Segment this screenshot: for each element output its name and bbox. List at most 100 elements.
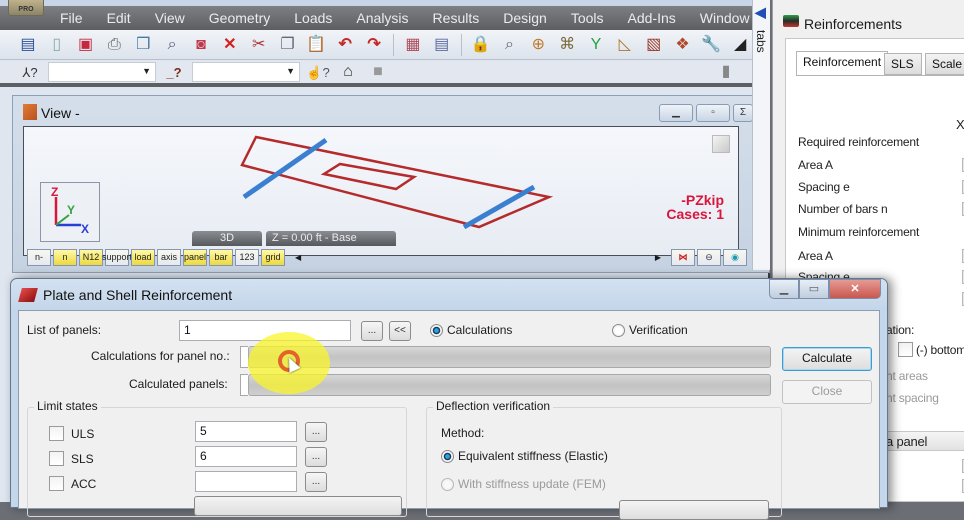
measure-icon[interactable]: ◺ (613, 33, 637, 57)
menu-geometry[interactable]: Geometry (209, 10, 270, 26)
toolbar-scroll-left-icon[interactable]: ◀ (295, 253, 301, 262)
sls-browse-button[interactable]: ... (305, 447, 327, 467)
menu-window[interactable]: Window (700, 10, 750, 26)
reinforcement-spacing-option[interactable]: nt spacing (886, 391, 939, 405)
3d-model-icon[interactable]: ❖ (671, 33, 695, 57)
stiffness-update-radio[interactable] (441, 478, 454, 491)
load-cases-options-button[interactable] (194, 496, 402, 516)
display-icon[interactable]: ⌘ (555, 33, 579, 57)
screen-capture-icon[interactable]: ◙ (189, 33, 213, 57)
supports-button[interactable]: support (102, 248, 132, 266)
print-icon[interactable]: ⎙ (103, 33, 127, 57)
menu-tools[interactable]: Tools (571, 10, 604, 26)
zoom-icon[interactable]: ⌕ (498, 33, 522, 57)
menu-edit[interactable]: Edit (107, 10, 131, 26)
calculations-radio[interactable] (430, 324, 443, 337)
tab-reinforcement[interactable]: Reinforcement (796, 51, 889, 76)
uls-checkbox[interactable] (49, 426, 64, 441)
menu-results[interactable]: Results (433, 10, 480, 26)
tabs-side-strip[interactable]: ◀ tabs (752, 0, 770, 270)
table-icon[interactable]: ▤ (430, 33, 454, 57)
menu-design[interactable]: Design (503, 10, 547, 26)
case-combo[interactable] (192, 62, 300, 82)
print-preview-icon[interactable]: ⌕ (160, 33, 184, 57)
reinforcement-areas-option[interactable]: nt areas (886, 369, 928, 383)
sls-cases-input[interactable]: 6 (195, 446, 297, 467)
panel-section-header[interactable]: a panel (882, 431, 964, 451)
arrow-left-icon[interactable]: ◀ (755, 4, 766, 21)
app-logo[interactable]: PRO (8, 0, 44, 16)
dialog-maximize-button[interactable]: ▭ (799, 279, 829, 299)
stiffness-update-label[interactable]: With stiffness update (FEM) (458, 477, 606, 491)
cut-icon[interactable]: ✂ (247, 33, 271, 57)
view-minimize-button[interactable]: ▁ (659, 104, 693, 122)
node-numbers-button[interactable]: n- (27, 248, 51, 266)
view-cube-icon[interactable] (712, 135, 730, 153)
browse-panels-button[interactable]: ... (361, 321, 383, 341)
new-file-icon[interactable]: ▯ (45, 33, 69, 57)
panel-numbers-button[interactable]: N12 (79, 248, 103, 266)
delete-icon[interactable]: ✕ (218, 33, 242, 57)
menu-add-ins[interactable]: Add-Ins (628, 10, 676, 26)
values-display-button[interactable]: 123 (235, 248, 259, 266)
gray-square-icon[interactable]: ■ (366, 60, 390, 84)
structure-manager-icon[interactable]: ▤ (16, 33, 40, 57)
uls-browse-button[interactable]: ... (305, 422, 327, 442)
view-mode-label[interactable]: 3D (192, 231, 262, 246)
verification-radio-label[interactable]: Verification (629, 323, 688, 337)
view-maximize-button[interactable]: ▫ (696, 104, 730, 122)
undo-icon[interactable]: ↶ (333, 33, 357, 57)
dialog-minimize-button[interactable]: ▁ (769, 279, 799, 299)
menu-loads[interactable]: Loads (294, 10, 332, 26)
open-book-icon[interactable]: ❒ (131, 33, 155, 57)
loads-button[interactable]: load (131, 248, 155, 266)
bar-numbers-button[interactable]: n (53, 248, 77, 266)
bar-query-icon[interactable]: _? (162, 60, 186, 84)
calculate-button[interactable]: Calculate (782, 347, 872, 371)
menu-view[interactable]: View (155, 10, 185, 26)
merge-icon[interactable]: ⋈ (671, 248, 695, 266)
grid-display-button[interactable]: grid (261, 248, 285, 266)
settings-wrench-icon[interactable]: 🔧 (699, 33, 723, 57)
save-icon[interactable]: ▣ (74, 33, 98, 57)
view-frame-icon[interactable]: ⌂ (336, 60, 360, 84)
verification-radio[interactable] (612, 324, 625, 337)
calculations-radio-label[interactable]: Calculations (447, 323, 512, 337)
menu-file[interactable]: File (60, 10, 83, 26)
copy-icon[interactable]: ❐ (276, 33, 300, 57)
menu-analysis[interactable]: Analysis (356, 10, 408, 26)
deflection-parameters-button[interactable] (619, 500, 769, 520)
section-icon[interactable]: Y (584, 33, 608, 57)
node-query-icon[interactable]: ⅄? (18, 60, 42, 84)
sls-checkbox[interactable] (49, 451, 64, 466)
local-axis-button[interactable]: axis (157, 248, 181, 266)
acc-checkbox[interactable] (49, 476, 64, 491)
bottom-checkbox[interactable] (898, 342, 913, 357)
redo-icon[interactable]: ↷ (362, 33, 386, 57)
selection-combo[interactable] (48, 62, 156, 82)
view-level-label[interactable]: Z = 0.00 ft - Base (266, 231, 396, 246)
toolbar-scroll-right-icon[interactable]: ▶ (655, 253, 661, 262)
equivalent-stiffness-label[interactable]: Equivalent stiffness (Elastic) (458, 449, 608, 463)
snap-icon[interactable]: ▧ (642, 33, 666, 57)
calculator-icon[interactable]: ▦ (401, 33, 425, 57)
bookmark-icon[interactable]: ▮ (714, 60, 738, 84)
lock-icon[interactable]: 🔒 (469, 33, 493, 57)
tab-scale[interactable]: Scale (925, 53, 964, 75)
view-close-button[interactable]: Σ (733, 104, 753, 122)
section-line-icon[interactable]: ⊖ (697, 248, 721, 266)
acc-cases-input[interactable] (195, 471, 297, 492)
tabs-label[interactable]: tabs (754, 30, 768, 53)
equivalent-stiffness-radio[interactable] (441, 450, 454, 463)
3d-viewport[interactable]: Z Y X 3D Z = 0.00 ft - Base -PZkip Cases… (23, 126, 739, 256)
eye-icon[interactable]: ◉ (723, 248, 747, 266)
acc-browse-button[interactable]: ... (305, 472, 327, 492)
zoom-window-icon[interactable]: ⊕ (526, 33, 550, 57)
dialog-close-button[interactable]: ✕ (829, 279, 881, 299)
close-button[interactable]: Close (782, 380, 872, 404)
uls-cases-input[interactable]: 5 (195, 421, 297, 442)
paste-icon[interactable]: 📋 (304, 33, 328, 57)
triangle-icon[interactable]: ◢ (728, 33, 752, 57)
select-from-view-button[interactable]: << (389, 321, 411, 341)
hand-query-icon[interactable]: ☝? (306, 60, 330, 84)
